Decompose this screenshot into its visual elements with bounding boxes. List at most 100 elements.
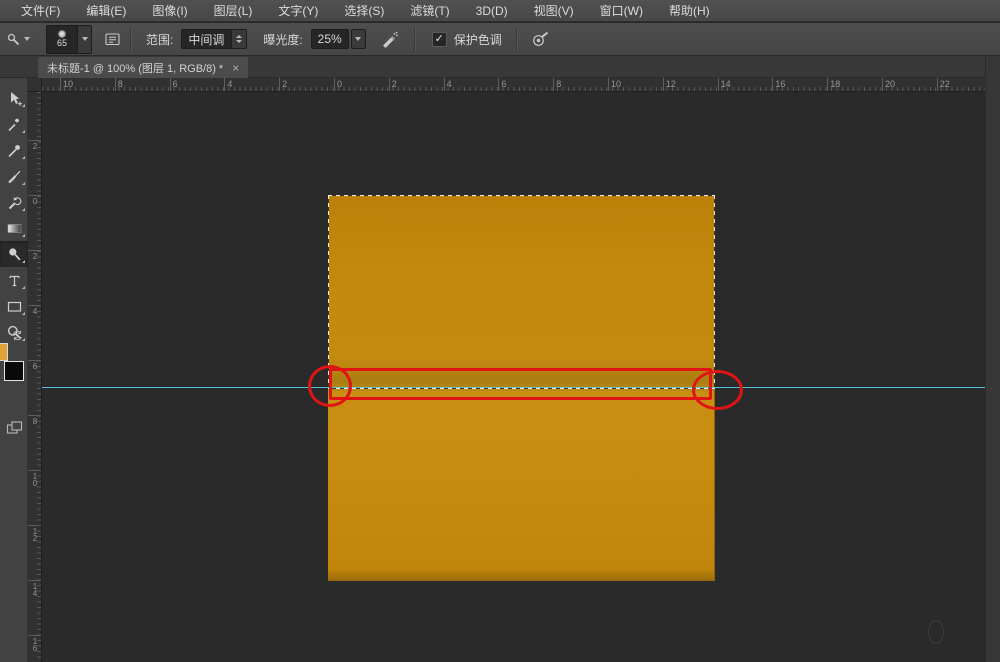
menu-item-7[interactable]: 滤镜(T) xyxy=(397,0,462,22)
tool-move[interactable] xyxy=(0,85,28,111)
ruler-tick xyxy=(553,78,554,91)
range-label: 范围: xyxy=(146,31,173,48)
move-tool-icon xyxy=(6,90,23,107)
ruler-tick xyxy=(28,195,41,196)
close-icon[interactable]: × xyxy=(232,62,239,74)
menu-item-6[interactable]: 选择(S) xyxy=(331,0,397,22)
ruler-tick xyxy=(28,415,41,416)
faint-watermark xyxy=(928,620,944,644)
tablet-pressure-button[interactable] xyxy=(528,27,552,51)
screen-mode-button[interactable] xyxy=(6,420,24,436)
tools-panel xyxy=(0,78,28,662)
ruler-number: 0 xyxy=(337,79,342,89)
stepper-arrows-icon xyxy=(231,30,246,48)
ruler-tick xyxy=(279,78,280,91)
airbrush-toggle-button[interactable] xyxy=(378,27,402,51)
ruler-tick xyxy=(28,360,41,361)
ruler-tick xyxy=(663,78,664,91)
ruler-number: 10 xyxy=(63,79,73,89)
swap-colors-icon[interactable] xyxy=(12,330,23,341)
ruler-number: 4 xyxy=(30,308,40,315)
ruler-number: 20 xyxy=(885,79,895,89)
ruler-number: 12 xyxy=(666,79,676,89)
divider xyxy=(130,27,132,51)
dodge-tool-icon xyxy=(6,246,23,263)
selection-ants-right xyxy=(714,195,715,389)
gradient-icon xyxy=(6,220,23,237)
ruler-tick xyxy=(882,78,883,91)
ruler-number: 14 xyxy=(30,583,40,597)
toggle-brush-panel-button[interactable] xyxy=(100,27,124,51)
history-brush-icon xyxy=(6,194,23,211)
tool-history-brush[interactable] xyxy=(0,189,28,215)
menu-item-3[interactable]: 图像(I) xyxy=(139,0,200,22)
ruler-number: 12 xyxy=(30,528,40,542)
menu-item-1[interactable]: 文件(F) xyxy=(8,0,73,22)
chevron-down-icon xyxy=(82,37,88,41)
ruler-tick xyxy=(937,78,938,91)
magic-wand-icon xyxy=(6,116,23,133)
ruler-tick xyxy=(28,250,41,251)
exposure-input[interactable]: 25% xyxy=(311,29,349,49)
brush-size-value: 65 xyxy=(57,38,67,48)
ruler-number: 2 xyxy=(392,79,397,89)
annotation-red-rectangle xyxy=(329,368,712,400)
tool-eyedropper[interactable] xyxy=(0,137,28,163)
eyedropper-icon xyxy=(6,142,23,159)
ruler-tick xyxy=(28,635,41,636)
ruler-tick xyxy=(827,78,828,91)
document-tab[interactable]: 未标题-1 @ 100% (图层 1, RGB/8) * × xyxy=(38,57,248,78)
brush-picker-arrow[interactable] xyxy=(77,26,91,53)
tool-dodge[interactable] xyxy=(0,241,28,267)
selection-ants-top xyxy=(328,195,714,196)
menu-item-11[interactable]: 帮助(H) xyxy=(656,0,723,22)
ruler-tick xyxy=(170,78,171,91)
tool-type[interactable] xyxy=(0,267,28,293)
tool-brush[interactable] xyxy=(0,163,28,189)
menu-item-2[interactable]: 编辑(E) xyxy=(73,0,139,22)
protect-tones-checkbox[interactable]: ✓ xyxy=(432,32,447,47)
canvas-area[interactable] xyxy=(42,92,985,662)
ruler-tick xyxy=(115,78,116,91)
foreground-color-swatch[interactable] xyxy=(0,343,8,361)
ruler-number: 2 xyxy=(282,79,287,89)
type-tool-icon xyxy=(6,272,23,289)
divider xyxy=(516,27,518,51)
ruler-number: 4 xyxy=(447,79,452,89)
ruler-tick xyxy=(28,470,41,471)
menu-item-10[interactable]: 窗口(W) xyxy=(587,0,656,22)
horizontal-ruler[interactable]: 1086420246810121416182022 xyxy=(42,78,985,92)
rectangle-tool-icon xyxy=(6,298,23,315)
tool-magic-wand[interactable] xyxy=(0,111,28,137)
ruler-number: 18 xyxy=(830,79,840,89)
range-dropdown[interactable]: 中间调 xyxy=(181,29,247,49)
dodge-tool-preset-icon xyxy=(6,32,21,47)
tool-gradient[interactable] xyxy=(0,215,28,241)
exposure-slider-button[interactable] xyxy=(351,29,366,49)
ruler-origin-corner[interactable] xyxy=(28,78,42,92)
brush-icon xyxy=(6,168,23,185)
menu-item-5[interactable]: 文字(Y) xyxy=(265,0,331,22)
ruler-tick xyxy=(498,78,499,91)
tool-rectangle[interactable] xyxy=(0,293,28,319)
background-color-swatch[interactable] xyxy=(4,361,24,381)
chevron-down-icon xyxy=(24,37,30,41)
tool-preset-picker[interactable] xyxy=(6,32,36,47)
vertical-ruler[interactable]: 20246810121416 xyxy=(28,92,42,662)
menu-item-9[interactable]: 视图(V) xyxy=(521,0,587,22)
ruler-number: 6 xyxy=(501,79,506,89)
ruler-number: 6 xyxy=(173,79,178,89)
ruler-tick xyxy=(772,78,773,91)
ruler-tick xyxy=(60,78,61,91)
brush-preset-picker[interactable]: 65 xyxy=(46,25,92,54)
ruler-number: 6 xyxy=(30,363,40,370)
brush-tip-icon xyxy=(58,30,66,38)
ruler-number: 10 xyxy=(30,473,40,487)
ruler-tick xyxy=(28,580,41,581)
protect-tones-label: 保护色调 xyxy=(454,31,502,48)
annotation-red-ellipse-left xyxy=(308,365,352,407)
annotation-red-ellipse-right xyxy=(692,370,743,410)
menu-item-4[interactable]: 图层(L) xyxy=(201,0,266,22)
menu-item-8[interactable]: 3D(D) xyxy=(463,0,521,22)
ruler-number: 16 xyxy=(30,638,40,652)
